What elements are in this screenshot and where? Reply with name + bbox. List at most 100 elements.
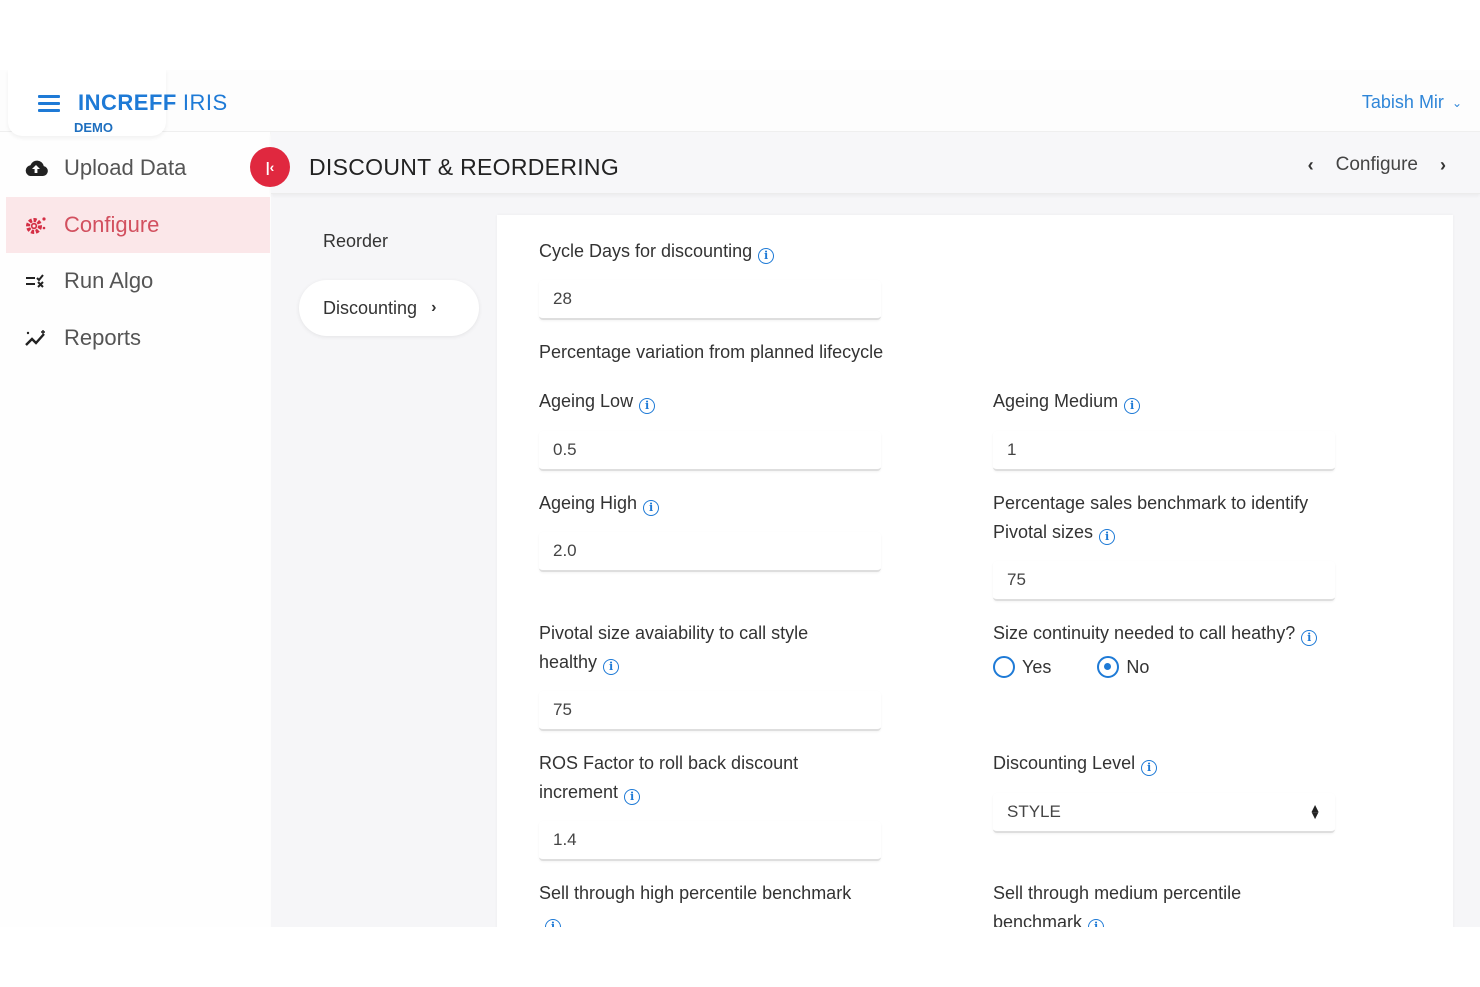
info-icon[interactable]: i bbox=[639, 398, 656, 414]
user-menu[interactable]: Tabish Mir ⌄ bbox=[1362, 92, 1462, 113]
chevron-right-icon: › bbox=[431, 299, 437, 316]
chevron-left-icon[interactable]: ‹ bbox=[1302, 155, 1320, 176]
radio-yes[interactable]: Yes bbox=[993, 656, 1051, 678]
info-icon[interactable]: i bbox=[624, 789, 641, 805]
radio-checked-icon bbox=[1097, 656, 1120, 678]
ageing-low-field: Ageing Low i bbox=[539, 387, 881, 471]
info-icon[interactable]: i bbox=[758, 248, 775, 264]
label-text: healthy bbox=[539, 652, 598, 672]
subnav-item-reorder[interactable]: Reorder bbox=[299, 213, 479, 269]
info-icon[interactable]: i bbox=[1088, 919, 1105, 927]
field-label: Ageing High i bbox=[539, 489, 881, 518]
step-navigator: ‹ Configure › bbox=[1302, 154, 1452, 176]
label-text: Discounting Level bbox=[993, 753, 1136, 773]
hamburger-menu-icon[interactable] bbox=[38, 95, 60, 112]
info-icon[interactable]: i bbox=[1141, 760, 1158, 776]
cloud-upload-icon bbox=[24, 159, 48, 177]
pivotal-sizes-benchmark-field: Percentage sales benchmark to identify Pi… bbox=[993, 489, 1335, 601]
radio-unchecked-icon bbox=[993, 656, 1015, 678]
discounting-form: Cycle Days for discounting i Percentage v… bbox=[497, 215, 1453, 927]
sidebar-item-upload-data[interactable]: Upload Data bbox=[6, 140, 270, 196]
info-icon[interactable]: i bbox=[1124, 398, 1141, 414]
info-icon[interactable]: i bbox=[643, 500, 660, 516]
discounting-level-select[interactable]: STYLE ▲ ▼ bbox=[993, 793, 1335, 833]
subnav-item-discounting[interactable]: Discounting › bbox=[299, 280, 479, 336]
label-text: Pivotal size avaiability to call style bbox=[539, 623, 809, 643]
label-text: Ageing Medium bbox=[993, 391, 1119, 411]
select-value: STYLE bbox=[1007, 802, 1061, 821]
pivotal-size-availability-input[interactable] bbox=[539, 691, 881, 731]
pivotal-sizes-benchmark-input[interactable] bbox=[993, 561, 1335, 601]
collapse-left-icon: |‹ bbox=[265, 159, 275, 175]
sell-through-high-field: Sell through high percentile benchmark i bbox=[539, 879, 851, 927]
info-icon[interactable]: i bbox=[603, 659, 620, 675]
ros-factor-field: ROS Factor to roll back discount incremen… bbox=[539, 749, 881, 861]
cycle-days-input[interactable] bbox=[539, 280, 881, 320]
label-text: benchmark bbox=[993, 912, 1083, 927]
label-text: increment bbox=[539, 782, 619, 802]
gear-icon bbox=[24, 214, 48, 236]
sidebar-item-reports[interactable]: Reports bbox=[6, 310, 270, 366]
sidebar-item-configure[interactable]: Configure bbox=[6, 197, 270, 253]
field-label: Sell through medium percentile benchmark i bbox=[993, 879, 1241, 927]
label-text: Pivotal sizes bbox=[993, 522, 1094, 542]
subnav-item-label: Discounting bbox=[323, 297, 418, 318]
field-label: Ageing Low i bbox=[539, 387, 881, 416]
sub-navigation: Reorder Discounting › bbox=[271, 194, 497, 927]
label-text: Sell through high percentile benchmark bbox=[539, 883, 852, 903]
ageing-high-field: Ageing High i bbox=[539, 489, 881, 572]
field-label: Pivotal size avaiability to call style he… bbox=[539, 619, 881, 677]
subnav-item-label: Reorder bbox=[323, 230, 389, 251]
app-window: INCREFF IRIS DEMO Tabish Mir ⌄ Upload Dat… bbox=[0, 70, 1480, 927]
section-lifecycle-heading: Percentage variation from planned lifecy… bbox=[539, 342, 884, 362]
field-label: Percentage sales benchmark to identify Pi… bbox=[993, 489, 1335, 547]
field-label: Ageing Medium i bbox=[993, 387, 1335, 416]
label-text: Sell through medium percentile bbox=[993, 883, 1242, 903]
run-list-icon bbox=[24, 272, 48, 290]
field-label: Sell through high percentile benchmark i bbox=[539, 879, 851, 927]
ageing-low-input[interactable] bbox=[539, 431, 881, 471]
trend-chart-icon bbox=[24, 329, 48, 347]
label-text: Ageing High bbox=[539, 493, 638, 513]
label-text: Size continuity needed to call heathy? bbox=[993, 623, 1296, 643]
info-icon[interactable]: i bbox=[1301, 630, 1318, 646]
radio-no[interactable]: No bbox=[1097, 656, 1149, 678]
sidebar-item-run-algo[interactable]: Run Algo bbox=[6, 253, 270, 309]
sort-updown-icon: ▲ ▼ bbox=[1309, 801, 1321, 822]
chevron-right-icon[interactable]: › bbox=[1434, 155, 1452, 176]
ros-factor-input[interactable] bbox=[539, 821, 881, 861]
sidebar-item-label: Upload Data bbox=[64, 155, 187, 180]
sidebar-item-label: Configure bbox=[64, 212, 160, 237]
label-text: Ageing Low bbox=[539, 391, 634, 411]
field-label: Discounting Level i bbox=[993, 749, 1335, 778]
info-icon[interactable]: i bbox=[545, 919, 561, 927]
field-label: ROS Factor to roll back discount incremen… bbox=[539, 749, 881, 807]
main-content: DISCOUNT & REORDERING ‹ Configure › Reor… bbox=[271, 132, 1480, 927]
field-label: Cycle Days for discounting i bbox=[539, 237, 881, 266]
ageing-high-input[interactable] bbox=[539, 532, 881, 572]
ageing-medium-field: Ageing Medium i bbox=[993, 387, 1335, 471]
current-step: Configure bbox=[1335, 154, 1418, 175]
cycle-days-field: Cycle Days for discounting i bbox=[539, 237, 881, 320]
chevron-down-icon: ⌄ bbox=[1451, 95, 1462, 110]
sidebar: Upload Data Configure Run Algo Reports bbox=[0, 132, 270, 927]
logo-brand: INCREFF bbox=[78, 90, 177, 115]
collapse-sidebar-button[interactable]: |‹ bbox=[250, 147, 290, 187]
top-header: INCREFF IRIS DEMO Tabish Mir ⌄ bbox=[0, 70, 1480, 136]
label-text: Percentage sales benchmark to identify bbox=[993, 493, 1309, 513]
field-label: Size continuity needed to call heathy? i bbox=[993, 619, 1318, 648]
ageing-medium-input[interactable] bbox=[993, 431, 1335, 471]
info-icon[interactable]: i bbox=[1099, 529, 1116, 545]
size-continuity-radio-group: Yes No bbox=[993, 656, 1317, 678]
discounting-level-field: Discounting Level i STYLE ▲ ▼ bbox=[993, 749, 1335, 833]
label-text: Cycle Days for discounting bbox=[539, 241, 753, 261]
logo-product: IRIS bbox=[182, 90, 228, 115]
size-continuity-field: Size continuity needed to call heathy? i … bbox=[993, 619, 1318, 678]
app-logo[interactable]: INCREFF IRIS bbox=[78, 90, 228, 116]
label-text: ROS Factor to roll back discount bbox=[539, 753, 799, 773]
page-title: DISCOUNT & REORDERING bbox=[309, 154, 620, 180]
sidebar-item-label: Run Algo bbox=[64, 268, 154, 293]
sell-through-medium-field: Sell through medium percentile benchmark i bbox=[993, 879, 1241, 927]
environment-badge: DEMO bbox=[74, 120, 113, 135]
brand-area: INCREFF IRIS DEMO bbox=[8, 70, 227, 136]
